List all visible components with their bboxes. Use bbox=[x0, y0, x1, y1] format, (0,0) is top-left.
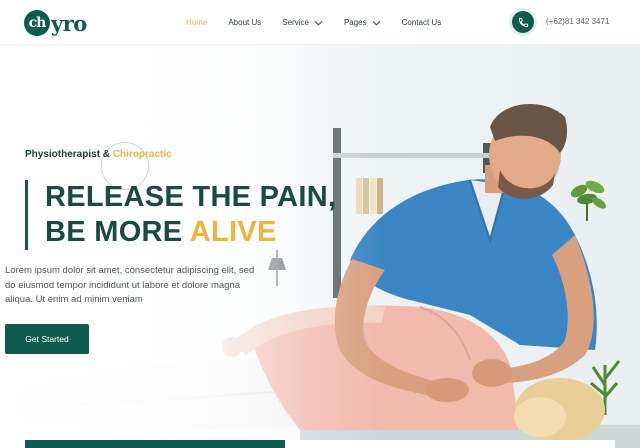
logo[interactable]: ch yro bbox=[24, 8, 87, 38]
nav-label: About Us bbox=[228, 18, 262, 27]
nav-label: Pages bbox=[343, 18, 367, 27]
info-bar-left bbox=[25, 440, 285, 448]
headline-accent: ALIVE bbox=[189, 216, 277, 248]
nav-item-contact[interactable]: Contact Us bbox=[402, 18, 442, 27]
hero-description: Lorem ipsum dolor sit amet, consectetur … bbox=[5, 265, 255, 305]
logo-text: yro bbox=[51, 10, 87, 36]
nav-item-home[interactable]: Home bbox=[186, 18, 207, 27]
site-header: ch yro Home About Us Service Pages Conta… bbox=[0, 0, 640, 45]
phone-icon bbox=[518, 17, 528, 27]
logo-mark: ch bbox=[24, 10, 50, 36]
main-nav: Home About Us Service Pages Contact Us bbox=[186, 0, 462, 45]
chevron-down-icon bbox=[372, 20, 381, 26]
tagline-accent: Chiropractic bbox=[112, 149, 172, 160]
hero-tagline: Physiotherapist & Chiropractic bbox=[25, 149, 172, 160]
hero-headline: RELEASE THE PAIN, BE MORE ALIVE bbox=[25, 180, 336, 250]
nav-label: Home bbox=[186, 18, 208, 27]
headline-line-1: RELEASE THE PAIN, bbox=[45, 181, 337, 213]
nav-item-service[interactable]: Service bbox=[282, 18, 323, 27]
chevron-down-icon bbox=[314, 20, 323, 26]
headline-line-2-main: BE MORE bbox=[45, 216, 183, 248]
nav-item-about[interactable]: About Us bbox=[228, 18, 261, 27]
phone-button[interactable] bbox=[512, 11, 534, 33]
info-bar-right bbox=[285, 440, 615, 448]
tagline-main: Physiotherapist & bbox=[25, 149, 111, 160]
nav-item-pages[interactable]: Pages bbox=[344, 18, 381, 27]
nav-label: Contact Us bbox=[401, 18, 442, 27]
nav-label: Service bbox=[282, 18, 309, 27]
phone-number[interactable]: (+62)81 342 3471 bbox=[546, 17, 609, 26]
hero-section: Physiotherapist & Chiropractic RELEASE T… bbox=[0, 45, 640, 448]
headline-line-2: BE MORE ALIVE bbox=[45, 215, 336, 250]
get-started-button[interactable]: Get Started bbox=[5, 324, 89, 354]
